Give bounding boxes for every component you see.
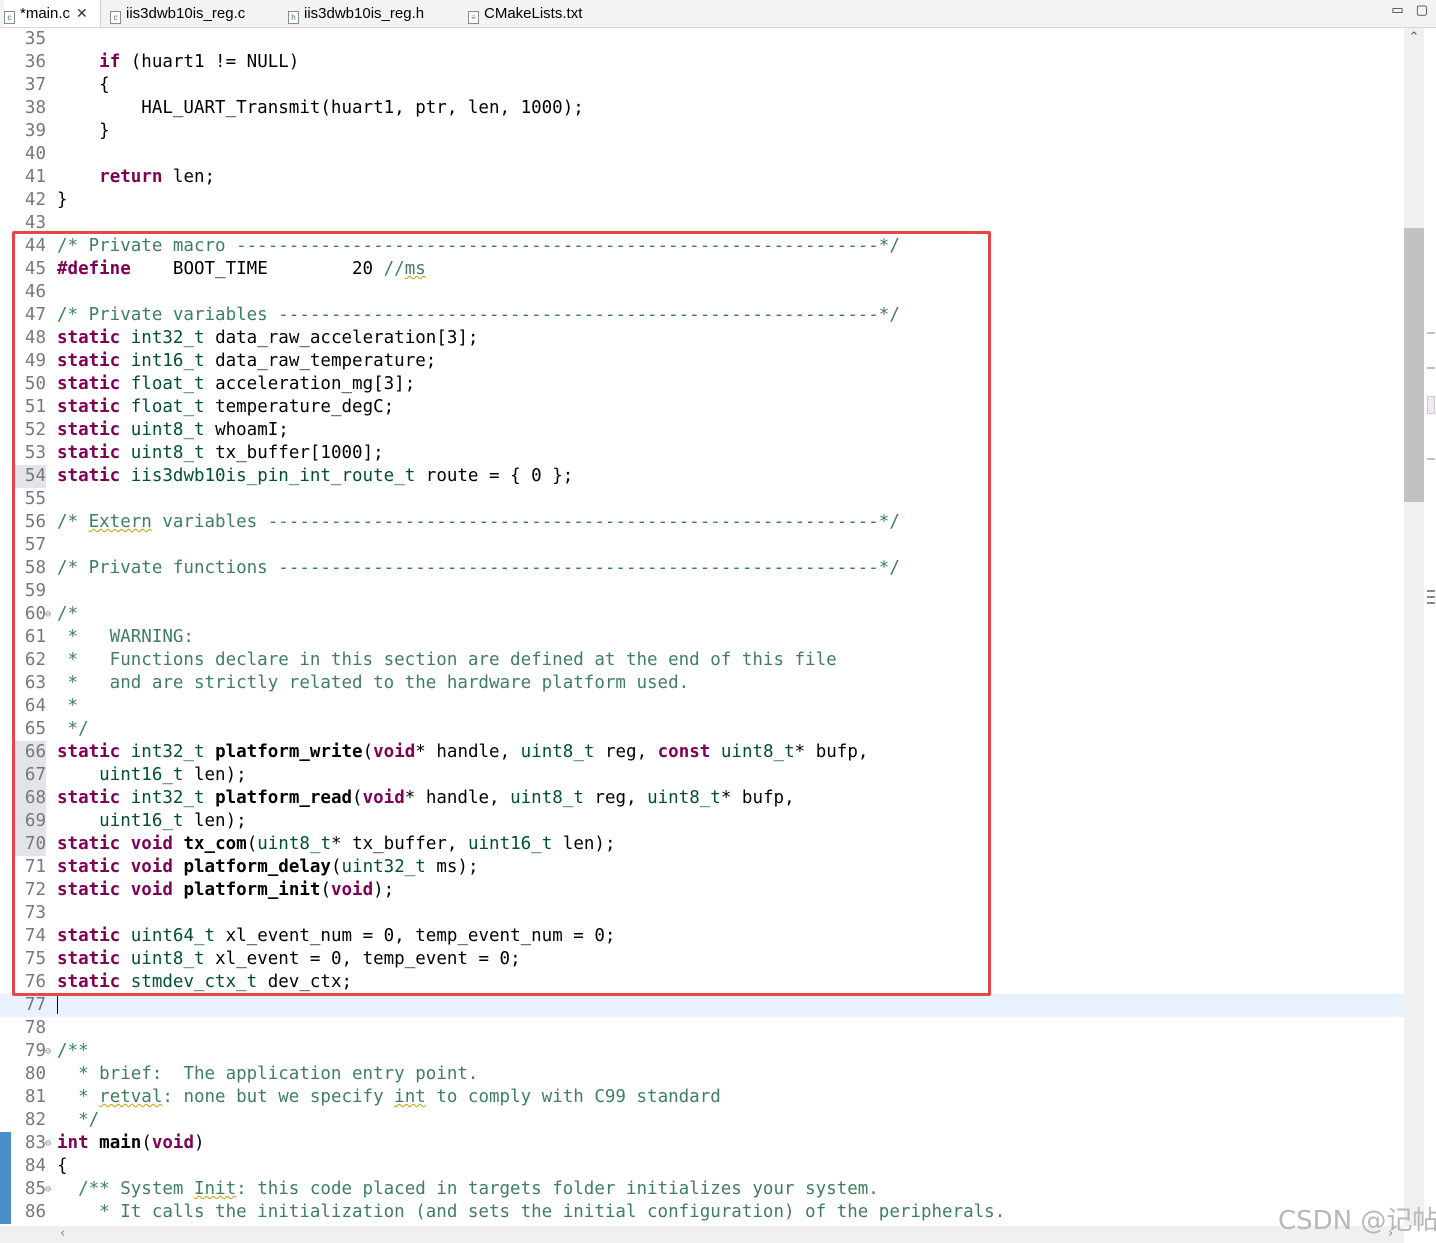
text-file-icon: ≡ bbox=[468, 11, 479, 24]
code-line[interactable]: 40 bbox=[0, 143, 1404, 166]
ruler-marker[interactable] bbox=[1427, 396, 1435, 414]
code-line[interactable]: 77 bbox=[0, 994, 1404, 1017]
code-text: /** System Init: this code placed in tar… bbox=[57, 1179, 879, 1199]
line-number: 41 bbox=[24, 167, 46, 187]
line-number: 85 bbox=[24, 1179, 46, 1199]
ruler-marker[interactable] bbox=[1427, 367, 1435, 369]
code-text: { bbox=[57, 75, 110, 95]
line-number: 42 bbox=[24, 190, 46, 210]
minimize-icon[interactable]: ▭ bbox=[1391, 2, 1403, 18]
maximize-icon[interactable]: ▢ bbox=[1416, 2, 1428, 18]
ruler-marker[interactable] bbox=[1427, 590, 1435, 592]
vertical-scroll-thumb[interactable] bbox=[1404, 228, 1424, 502]
code-text: int main(void) bbox=[57, 1133, 205, 1153]
code-line[interactable]: 82 */ bbox=[0, 1109, 1404, 1132]
horizontal-scrollbar[interactable]: ‹ › bbox=[0, 1226, 1404, 1243]
ruler-marker[interactable] bbox=[1427, 602, 1435, 604]
code-line[interactable]: 80 * brief: The application entry point. bbox=[0, 1063, 1404, 1086]
code-line[interactable]: 35 bbox=[0, 28, 1404, 51]
code-line[interactable]: 86 * It calls the initialization (and se… bbox=[0, 1201, 1404, 1224]
code-text bbox=[57, 994, 58, 1017]
line-number: 86 bbox=[24, 1202, 46, 1222]
tab-iis3dwb10is-reg-h[interactable]: h iis3dwb10is_reg.h bbox=[288, 0, 424, 27]
code-line[interactable]: 39 } bbox=[0, 120, 1404, 143]
code-line[interactable]: 38 HAL_UART_Transmit(huart1, ptr, len, 1… bbox=[0, 97, 1404, 120]
scroll-left-icon[interactable]: ‹ bbox=[60, 1226, 65, 1241]
code-line[interactable]: 37 { bbox=[0, 74, 1404, 97]
highlight-box bbox=[12, 231, 991, 996]
scroll-up-icon[interactable]: ⌃ bbox=[1404, 30, 1424, 46]
code-text: * brief: The application entry point. bbox=[57, 1064, 479, 1084]
tab-label: iis3dwb10is_reg.h bbox=[304, 5, 425, 22]
h-file-icon: h bbox=[288, 11, 299, 24]
ruler-marker[interactable] bbox=[1427, 332, 1435, 334]
tab-iis3dwb10is-reg-c[interactable]: c iis3dwb10is_reg.c bbox=[110, 0, 245, 27]
fold-toggle-icon[interactable]: ⊖ bbox=[45, 1178, 51, 1201]
ruler-marker[interactable] bbox=[1427, 458, 1435, 460]
fold-toggle-icon[interactable]: ⊖ bbox=[45, 1040, 51, 1063]
line-number: 80 bbox=[24, 1064, 46, 1084]
tab-cmakelists[interactable]: ≡ CMakeLists.txt bbox=[468, 0, 582, 27]
code-text: HAL_UART_Transmit(huart1, ptr, len, 1000… bbox=[57, 98, 584, 118]
line-number: 84 bbox=[24, 1156, 46, 1176]
line-number: 83 bbox=[24, 1133, 46, 1153]
code-text: } bbox=[57, 121, 110, 141]
code-line[interactable]: 83 ⊖ int main(void) bbox=[0, 1132, 1404, 1155]
fold-toggle-icon[interactable]: ⊖ bbox=[45, 1132, 51, 1155]
code-text: } bbox=[57, 190, 68, 210]
window-controls: ▭ ▢ bbox=[1379, 2, 1428, 18]
line-number: 38 bbox=[24, 98, 46, 118]
text-cursor bbox=[57, 995, 58, 1014]
code-text: return len; bbox=[99, 167, 216, 187]
code-line[interactable]: 84 { bbox=[0, 1155, 1404, 1178]
watermark: CSDN @记帖 bbox=[1278, 1206, 1436, 1236]
line-number: 37 bbox=[24, 75, 46, 95]
code-line[interactable]: 78 bbox=[0, 1017, 1404, 1040]
line-number: 36 bbox=[24, 52, 46, 72]
line-number: 39 bbox=[24, 121, 46, 141]
line-number: 40 bbox=[24, 144, 46, 164]
tab-label: iis3dwb10is_reg.c bbox=[126, 5, 246, 22]
line-number: 77 bbox=[24, 995, 46, 1015]
c-file-icon: c bbox=[110, 11, 121, 24]
tab-main-c[interactable]: c *main.c ✕ bbox=[4, 0, 101, 27]
code-text: /** bbox=[57, 1041, 89, 1061]
line-number: 82 bbox=[24, 1110, 46, 1130]
code-text: */ bbox=[57, 1110, 100, 1130]
code-text: * It calls the initialization (and sets … bbox=[57, 1202, 1006, 1222]
overview-ruler[interactable] bbox=[1424, 28, 1436, 1226]
tab-label: *main.c bbox=[20, 5, 71, 22]
close-icon[interactable]: ✕ bbox=[76, 0, 88, 27]
tab-label: CMakeLists.txt bbox=[484, 5, 583, 22]
c-file-icon: c bbox=[4, 11, 15, 24]
code-line[interactable]: 41 return len; bbox=[0, 166, 1404, 189]
code-line[interactable]: 81 * retval: none but we specify int to … bbox=[0, 1086, 1404, 1109]
line-number: 81 bbox=[24, 1087, 46, 1107]
editor-tab-bar: c *main.c ✕ c iis3dwb10is_reg.c h iis3dwb10i… bbox=[0, 0, 1436, 28]
code-text: { bbox=[57, 1156, 68, 1176]
ruler-marker[interactable] bbox=[1427, 596, 1435, 598]
code-line[interactable]: 36 if (huart1 != NULL) bbox=[0, 51, 1404, 74]
code-line[interactable]: 85 ⊖ /** System Init: this code placed in… bbox=[0, 1178, 1404, 1201]
code-text: * retval: none but we specify int to com… bbox=[57, 1087, 721, 1107]
line-number: 35 bbox=[24, 29, 46, 49]
code-text: if (huart1 != NULL) bbox=[99, 52, 300, 72]
line-number: 78 bbox=[24, 1018, 46, 1038]
code-line[interactable]: 79 ⊖ /** bbox=[0, 1040, 1404, 1063]
vertical-scrollbar[interactable] bbox=[1404, 28, 1424, 1226]
code-line[interactable]: 42} bbox=[0, 189, 1404, 212]
line-number: 79 bbox=[24, 1041, 46, 1061]
